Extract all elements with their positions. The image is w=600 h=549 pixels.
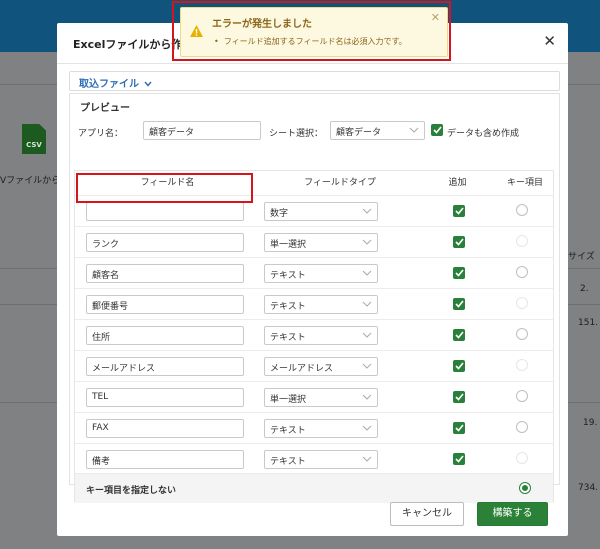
csv-import-label: Vファイルから [0, 176, 61, 186]
app-name-input[interactable]: 顧客データ [143, 121, 261, 140]
cancel-button[interactable]: キャンセル [390, 502, 464, 526]
size-column-header: サイズ [568, 252, 595, 262]
chevron-down-icon [362, 425, 372, 431]
add-checkbox[interactable] [453, 298, 465, 310]
preview-section: プレビュー アプリ名： 顧客データ シート選択： 顧客データ データも含め作成 … [69, 93, 560, 503]
field-row: 住所 テキスト [75, 319, 553, 350]
field-row: TEL 単一選択 [75, 381, 553, 412]
field-type-select[interactable]: テキスト [264, 450, 378, 469]
build-button[interactable]: 構築する [477, 502, 548, 526]
field-name-input[interactable]: TEL [86, 388, 244, 407]
include-data-label: データも含め作成 [447, 129, 520, 139]
key-radio[interactable] [516, 266, 528, 278]
field-type-select[interactable]: 数字 [264, 202, 378, 221]
add-checkbox[interactable] [453, 267, 465, 279]
column-header-add: 追加 [448, 178, 467, 188]
key-radio[interactable] [516, 235, 528, 247]
chevron-down-icon [362, 270, 372, 276]
field-type-select[interactable]: メールアドレス [264, 357, 378, 376]
chevron-down-icon [362, 208, 372, 214]
key-radio[interactable] [516, 297, 528, 309]
checkmark-icon [454, 238, 464, 246]
key-radio[interactable] [516, 328, 528, 340]
checkmark-icon [454, 331, 464, 339]
checkmark-icon [454, 455, 464, 463]
chevron-down-icon [362, 239, 372, 245]
field-name-input[interactable]: FAX [86, 419, 244, 438]
column-header-field-type: フィールドタイプ [304, 178, 376, 188]
field-name-input[interactable]: 顧客名 [86, 264, 244, 283]
size-value: 2. [580, 284, 589, 294]
key-radio[interactable] [516, 359, 528, 371]
chevron-down-icon [362, 456, 372, 462]
add-checkbox[interactable] [453, 391, 465, 403]
import-file-section: 取込ファイル [69, 71, 560, 91]
add-checkbox[interactable] [453, 360, 465, 372]
field-type-select[interactable]: テキスト [264, 419, 378, 438]
add-checkbox[interactable] [453, 205, 465, 217]
field-name-input[interactable]: メールアドレス [86, 357, 244, 376]
size-value: 734. [578, 483, 599, 493]
field-name-input[interactable]: 備考 [86, 450, 244, 469]
size-value: 151. [578, 318, 599, 328]
chevron-down-icon [362, 394, 372, 400]
chevron-down-icon [409, 127, 419, 133]
add-checkbox[interactable] [453, 422, 465, 434]
field-type-select[interactable]: 単一選択 [264, 388, 378, 407]
field-row: メールアドレス メールアドレス [75, 350, 553, 381]
include-data-checkbox[interactable] [431, 124, 443, 136]
chevron-down-icon [144, 81, 153, 87]
field-type-select[interactable]: テキスト [264, 264, 378, 283]
key-radio[interactable] [516, 390, 528, 402]
field-row: ランク 単一選択 [75, 226, 553, 257]
import-file-toggle[interactable]: 取込ファイル [79, 75, 153, 90]
chevron-down-icon [362, 332, 372, 338]
error-toast-highlight [172, 1, 451, 61]
key-radio[interactable] [516, 421, 528, 433]
sheet-select[interactable]: 顧客データ [330, 121, 425, 140]
close-icon[interactable]: ✕ [543, 34, 556, 49]
add-checkbox[interactable] [453, 453, 465, 465]
checkmark-icon [454, 362, 464, 370]
column-header-key: キー項目 [506, 178, 543, 188]
key-radio[interactable] [516, 452, 528, 464]
no-key-radio[interactable] [519, 482, 531, 494]
checkmark-icon [454, 207, 464, 215]
checkmark-icon [454, 269, 464, 277]
app-name-label: アプリ名： [78, 129, 124, 139]
chevron-down-icon [362, 363, 372, 369]
chevron-down-icon [362, 301, 372, 307]
field-row: 郵便番号 テキスト [75, 288, 553, 319]
field-name-input[interactable]: ランク [86, 233, 244, 252]
field-name-input[interactable]: 郵便番号 [86, 295, 244, 314]
add-checkbox[interactable] [453, 236, 465, 248]
field-row: FAX テキスト [75, 412, 553, 443]
excel-import-dialog: Excelファイルから作成 ✕ 取込ファイル プレビュー アプリ名： 顧客データ… [57, 23, 568, 536]
sheet-select-label: シート選択： [269, 129, 324, 139]
field-type-select[interactable]: テキスト [264, 326, 378, 345]
checkmark-icon [454, 300, 464, 308]
checkmark-icon [454, 393, 464, 401]
checkmark-icon [454, 424, 464, 432]
checkmark-icon [432, 126, 442, 134]
add-checkbox[interactable] [453, 329, 465, 341]
csv-file-icon: CSV [22, 124, 46, 154]
field-type-select[interactable]: テキスト [264, 295, 378, 314]
field-table: フィールド名 フィールドタイプ 追加 キー項目 数字 ランク 単一選択 顧客名 テキスト… [74, 170, 554, 503]
error-field-highlight [76, 173, 253, 203]
key-radio[interactable] [516, 204, 528, 216]
size-value: 19. [583, 418, 598, 428]
no-key-label: キー項目を指定しない [86, 486, 177, 496]
field-name-input[interactable]: 住所 [86, 326, 244, 345]
preview-title: プレビュー [80, 103, 130, 114]
field-row: 顧客名 テキスト [75, 257, 553, 288]
field-name-input[interactable] [86, 202, 244, 221]
field-row: 備考 テキスト [75, 443, 553, 474]
field-type-select[interactable]: 単一選択 [264, 233, 378, 252]
no-key-row: キー項目を指定しない [75, 473, 553, 503]
